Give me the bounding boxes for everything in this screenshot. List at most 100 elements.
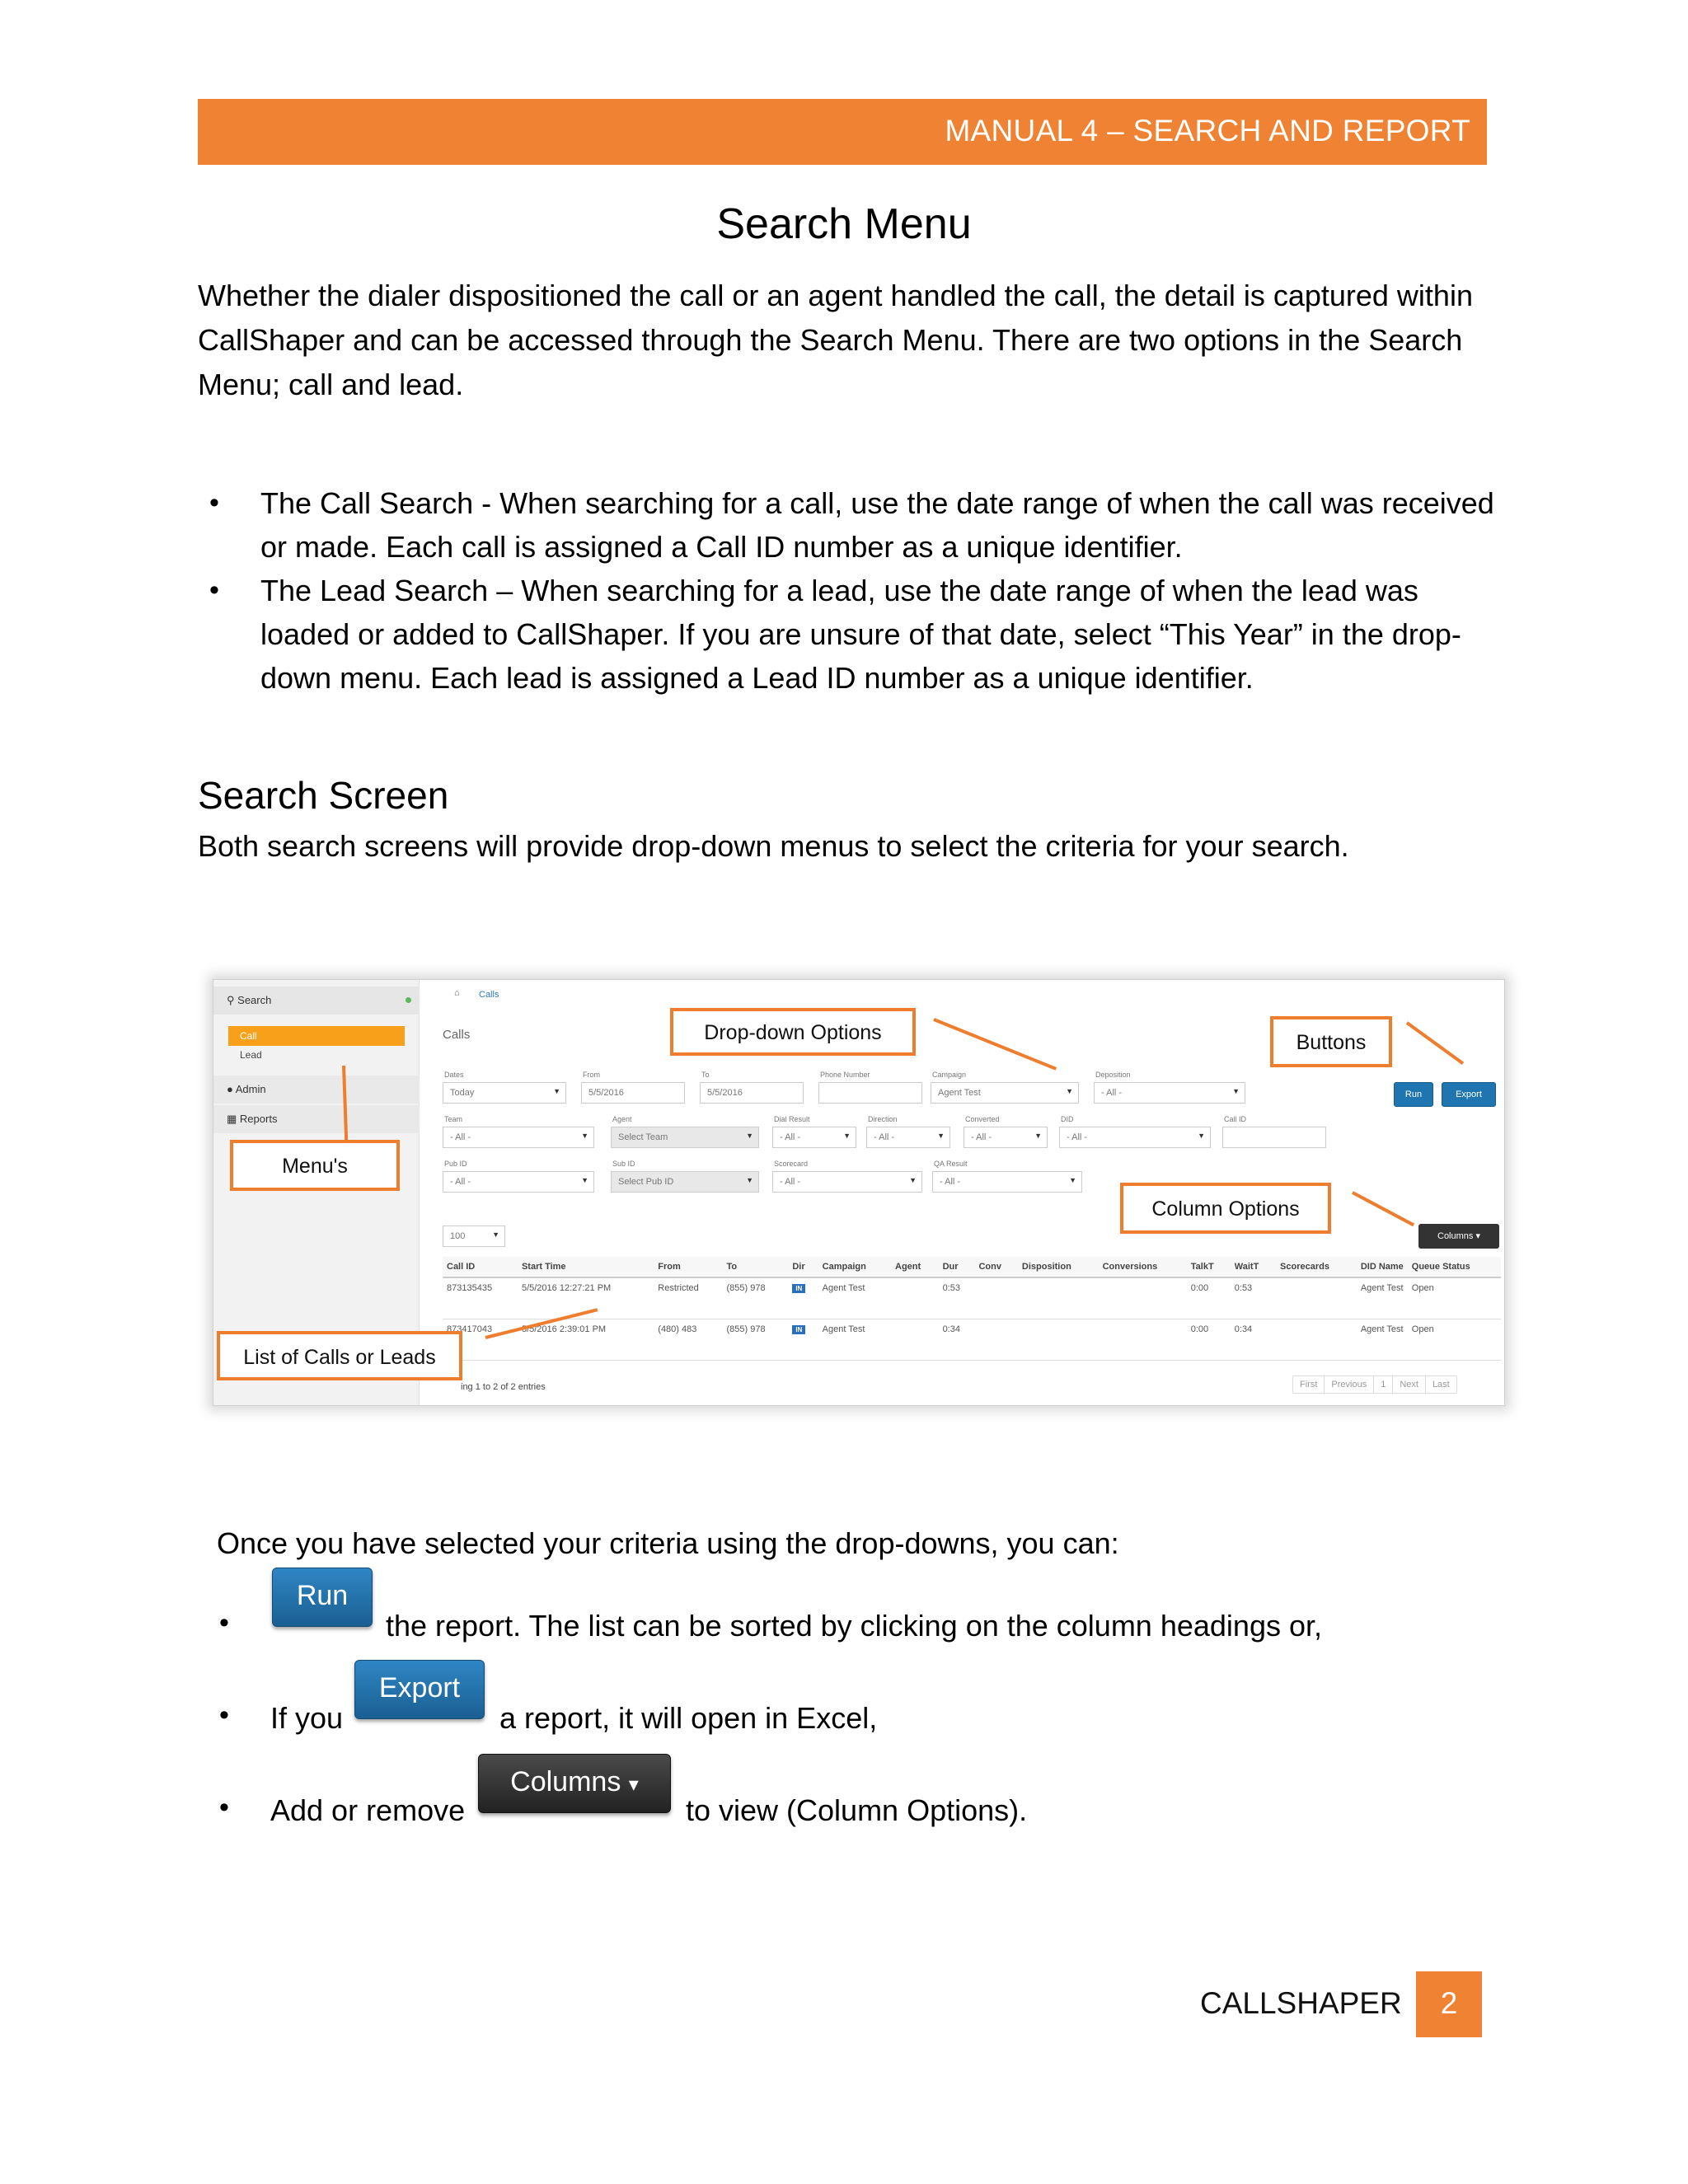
list-item: The Lead Search – When searching for a l… bbox=[198, 569, 1500, 700]
page-size-select: 100 ▼ bbox=[443, 1226, 505, 1247]
table-cell bbox=[974, 1277, 1018, 1319]
label-call-id: Call ID bbox=[1224, 1115, 1247, 1123]
caret-down-icon: ▾ bbox=[628, 1774, 639, 1796]
sidebar-item-admin: ● Admin bbox=[213, 1076, 420, 1104]
direction-badge: IN bbox=[792, 1324, 806, 1334]
campaign-select: Agent Test ▼ bbox=[931, 1082, 1079, 1104]
column-header: To bbox=[722, 1257, 789, 1278]
converted-select: - All - ▼ bbox=[964, 1127, 1048, 1148]
list-item: The Call Search - When searching for a c… bbox=[198, 481, 1500, 569]
section-description: Both search screens will provide drop-do… bbox=[198, 829, 1349, 863]
table-cell: Agent Test bbox=[818, 1319, 891, 1361]
footer-brand: CALLSHAPER bbox=[1200, 1986, 1402, 2020]
column-header: Campaign bbox=[818, 1257, 891, 1278]
column-header: WaitT bbox=[1230, 1257, 1277, 1278]
table-cell: Agent Test bbox=[1356, 1319, 1408, 1361]
call-id-input bbox=[1222, 1127, 1326, 1148]
pager-first: First bbox=[1292, 1376, 1325, 1394]
table-row: 873417043 5/5/2016 2:39:01 PM (480) 483 … bbox=[443, 1319, 1501, 1361]
column-header: Agent bbox=[891, 1257, 939, 1278]
breadcrumb: Calls bbox=[479, 990, 499, 1000]
label-sub-id: Sub ID bbox=[612, 1160, 635, 1168]
table-cell: 0:00 bbox=[1186, 1277, 1231, 1319]
table-cell: 0:00 bbox=[1186, 1319, 1231, 1361]
callout-column-options: Column Options bbox=[1120, 1183, 1331, 1234]
entries-count: ing 1 to 2 of 2 entries bbox=[461, 1382, 546, 1392]
table-cell: 0:53 bbox=[1230, 1277, 1277, 1319]
table-cell bbox=[1017, 1319, 1099, 1361]
callout-arrow bbox=[1352, 1191, 1415, 1227]
direction-badge: IN bbox=[792, 1284, 806, 1293]
table-cell bbox=[891, 1277, 939, 1319]
table-cell: Restricted bbox=[654, 1277, 723, 1319]
pager-previous: Previous bbox=[1324, 1376, 1375, 1394]
callout-dropdown-options: Drop-down Options bbox=[670, 1008, 916, 1056]
sidebar-item-label: Search bbox=[237, 994, 272, 1006]
bullet-icon: • bbox=[219, 1607, 229, 1638]
sidebar-item-label: Admin bbox=[235, 1083, 266, 1095]
page-title: Search Menu bbox=[716, 200, 972, 248]
table-cell: 0:34 bbox=[1230, 1319, 1277, 1361]
bullet-icon: • bbox=[219, 1699, 229, 1731]
export-button-image: Export bbox=[354, 1660, 485, 1719]
label-campaign: Campaign bbox=[932, 1071, 967, 1079]
header-title: MANUAL 4 – SEARCH AND REPORT bbox=[945, 114, 1470, 148]
callout-menus: Menu's bbox=[230, 1140, 400, 1191]
search-options-list: The Call Search - When searching for a c… bbox=[198, 481, 1500, 700]
scorecard-select: - All - ▼ bbox=[772, 1171, 922, 1193]
callout-list-of-calls: List of Calls or Leads bbox=[217, 1331, 462, 1380]
agent-select: Select Team ▼ bbox=[611, 1127, 759, 1148]
table-cell bbox=[974, 1319, 1018, 1361]
table-cell: (855) 978 bbox=[722, 1319, 789, 1361]
column-header: Conv bbox=[974, 1257, 1018, 1278]
run-button-image: Run bbox=[272, 1568, 373, 1627]
calls-table: Call ID Start Time From To Dir Campaign … bbox=[443, 1257, 1501, 1361]
run-description: the report. The list can be sorted by cl… bbox=[386, 1609, 1322, 1643]
table-cell bbox=[1276, 1277, 1357, 1319]
label-did: DID bbox=[1061, 1115, 1074, 1123]
label-phone: Phone Number bbox=[820, 1071, 870, 1079]
dates-select: Today ▼ bbox=[443, 1082, 566, 1104]
sidebar-item-reports: ▦ Reports bbox=[213, 1105, 420, 1133]
export-description: a report, it will open in Excel, bbox=[499, 1701, 878, 1735]
table-cell: Agent Test bbox=[818, 1277, 891, 1319]
table-row: 873135435 5/5/2016 12:27:21 PM Restricte… bbox=[443, 1277, 1501, 1319]
from-date-input: 5/5/2016 bbox=[581, 1082, 685, 1104]
table-cell: Open bbox=[1407, 1277, 1501, 1319]
callout-arrow bbox=[1405, 1021, 1465, 1065]
label-pub-id: Pub ID bbox=[444, 1160, 467, 1168]
did-select: - All - ▼ bbox=[1059, 1127, 1211, 1148]
table-cell: 0:53 bbox=[938, 1277, 975, 1319]
table-cell bbox=[1098, 1319, 1187, 1361]
columns-button-label: Columns bbox=[510, 1766, 621, 1797]
dial-result-select: - All - ▼ bbox=[772, 1127, 856, 1148]
export-button: Export bbox=[1442, 1082, 1496, 1107]
label-scorecard: Scorecard bbox=[774, 1160, 809, 1168]
grid-icon: ▦ bbox=[227, 1113, 237, 1125]
intro-paragraph: Whether the dialer dispositioned the cal… bbox=[198, 279, 1473, 401]
calls-heading: Calls bbox=[443, 1028, 471, 1042]
callout-arrow bbox=[933, 1018, 1057, 1071]
table-cell bbox=[891, 1319, 939, 1361]
table-header-row: Call ID Start Time From To Dir Campaign … bbox=[443, 1257, 1501, 1278]
qa-result-select: - All - ▼ bbox=[932, 1171, 1082, 1193]
sidebar-item-lead: Lead bbox=[240, 1049, 262, 1061]
columns-button: Columns ▾ bbox=[1418, 1224, 1499, 1249]
table-cell bbox=[1098, 1277, 1187, 1319]
user-icon: ● bbox=[227, 1083, 233, 1095]
bullet-icon: • bbox=[219, 1792, 229, 1823]
sidebar-item-label: Reports bbox=[239, 1113, 278, 1125]
columns-prefix: Add or remove bbox=[270, 1793, 466, 1827]
columns-button-image: Columns ▾ bbox=[478, 1754, 671, 1813]
table-cell: Agent Test bbox=[1356, 1277, 1408, 1319]
home-icon: ⌂ bbox=[454, 988, 460, 998]
column-header: Call ID bbox=[443, 1257, 518, 1278]
column-header: TalkT bbox=[1186, 1257, 1231, 1278]
column-header: Start Time bbox=[517, 1257, 654, 1278]
label-to: To bbox=[701, 1071, 710, 1079]
export-prefix: If you bbox=[270, 1701, 344, 1735]
table-cell: (480) 483 bbox=[654, 1319, 723, 1361]
table-cell: (855) 978 bbox=[722, 1277, 789, 1319]
columns-description: to view (Column Options). bbox=[686, 1793, 1028, 1827]
sidebar-item-search: ⚲ Search bbox=[213, 987, 420, 1015]
